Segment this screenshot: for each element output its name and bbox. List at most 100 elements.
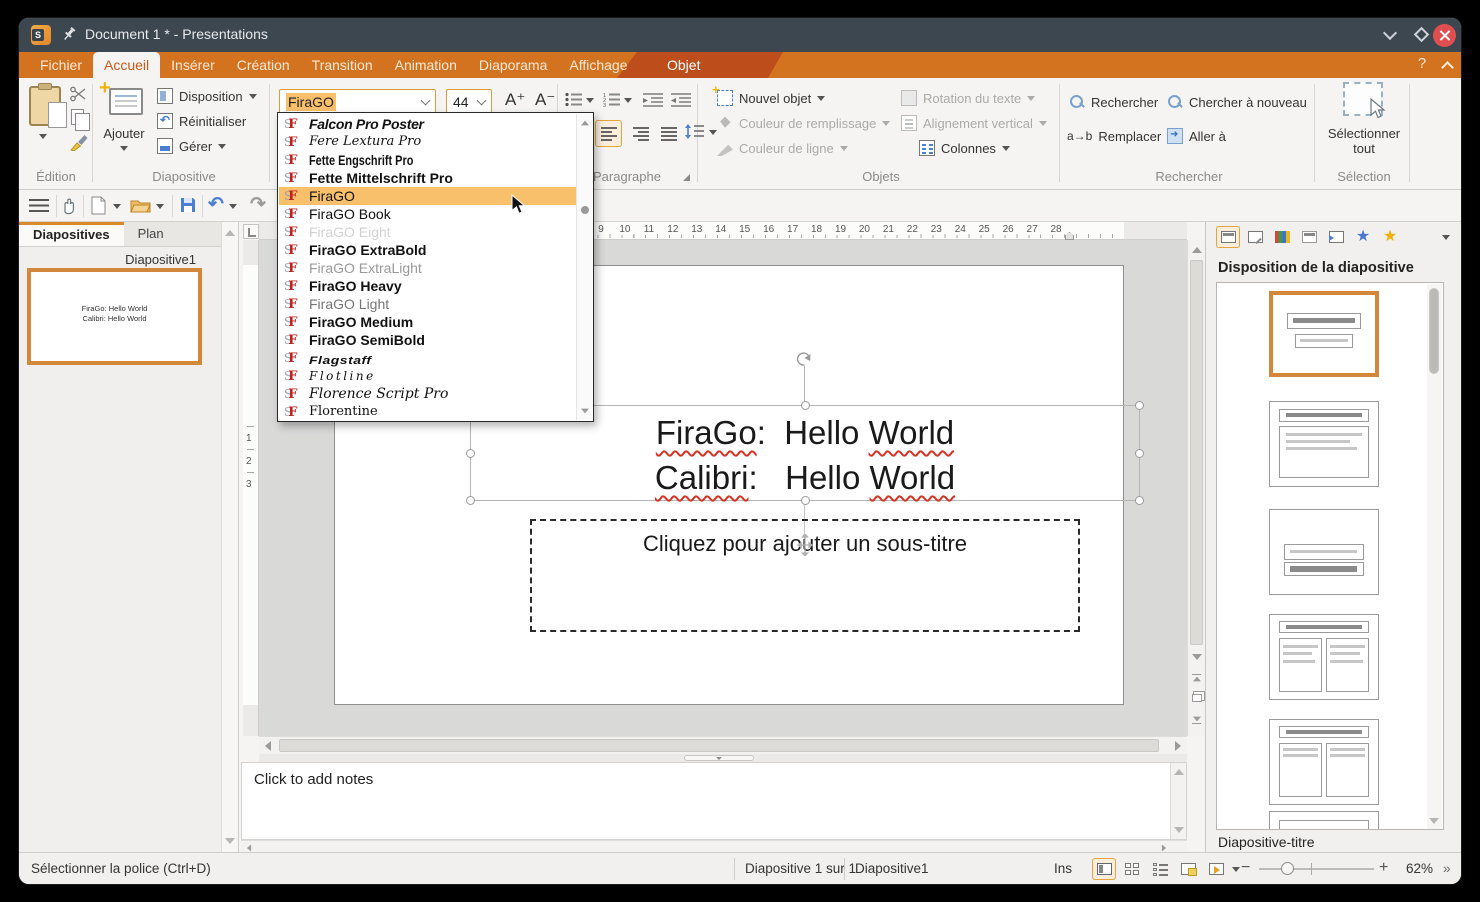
fill-color-button[interactable]: Couleur de remplissage — [717, 113, 890, 133]
numbered-list-caret[interactable] — [624, 98, 632, 103]
notes-view-button[interactable] — [1176, 858, 1200, 880]
font-option[interactable]: SFFiraGO Heavy — [279, 277, 577, 295]
goto-button[interactable]: Aller à — [1167, 126, 1226, 146]
slide-thumbnail[interactable]: FiraGo: Hello World Calibri: Hello World — [27, 268, 202, 365]
maximize-button[interactable] — [1414, 27, 1430, 43]
bullet-list-button[interactable] — [565, 92, 583, 110]
menu-icon[interactable] — [29, 199, 49, 213]
sidebar-effects-button[interactable]: ★ — [1378, 226, 1402, 248]
tab-diaporama[interactable]: Diaporama — [468, 52, 558, 78]
minimize-button[interactable] — [1383, 26, 1397, 40]
notes-horizontal-scrollbar[interactable] — [241, 840, 1187, 852]
add-slide-button[interactable]: Ajouter — [96, 126, 152, 141]
replace-button[interactable]: a→b Remplacer — [1067, 126, 1161, 146]
font-option[interactable]: SFFlorentine — [279, 403, 577, 421]
increase-indent-button[interactable] — [643, 92, 663, 110]
navigator-button[interactable] — [1190, 690, 1203, 706]
previous-slide-button[interactable] — [1190, 670, 1203, 686]
paragraph-dialog-launcher[interactable] — [683, 174, 690, 181]
layout-thumbnail-two-content-bullets[interactable] — [1269, 614, 1379, 700]
font-option[interactable]: SFFlorence Script Pro — [279, 385, 577, 403]
font-option[interactable]: SFFiraGO Medium — [279, 313, 577, 331]
sorter-view-button[interactable] — [1120, 858, 1144, 880]
outline-view-button[interactable] — [1148, 858, 1172, 880]
font-option[interactable]: SFFalcon Pro Poster — [279, 115, 577, 133]
text-rotation-button[interactable]: Rotation du texte — [901, 88, 1035, 108]
redo-button[interactable]: ↷ — [250, 193, 266, 216]
reset-slide-button[interactable]: ↶ Réinitialiser — [157, 111, 246, 131]
grow-font-button[interactable]: A⁺ — [505, 90, 525, 110]
cut-button[interactable] — [69, 86, 87, 105]
tab-accueil[interactable]: Accueil — [93, 52, 160, 78]
resize-handle-w[interactable] — [466, 449, 475, 458]
line-spacing-button[interactable] — [685, 124, 704, 142]
font-option[interactable]: SFFere Lextura Pro — [279, 133, 577, 151]
slideshow-caret[interactable] — [1232, 867, 1240, 872]
ruler-origin-button[interactable] — [243, 224, 259, 239]
layout-menu-button[interactable]: Disposition — [157, 86, 257, 106]
resize-handle-se[interactable] — [1135, 496, 1144, 505]
pan-tool-button[interactable] — [61, 196, 77, 220]
tab-insérer[interactable]: Insérer — [160, 52, 226, 78]
numbered-list-button[interactable]: 123 — [603, 92, 621, 110]
font-option[interactable]: SFFiraGO ExtraLight — [279, 259, 577, 277]
open-caret[interactable] — [156, 204, 164, 209]
sidebar-properties-button[interactable] — [1297, 226, 1321, 248]
tab-transition[interactable]: Transition — [301, 52, 384, 78]
sidebar-layouts-button[interactable] — [1216, 226, 1240, 248]
statusbar-overflow-button[interactable]: » — [1443, 861, 1451, 876]
tab-diapositives[interactable]: Diapositives — [19, 222, 124, 246]
open-button[interactable] — [130, 198, 151, 218]
justify-button[interactable] — [655, 120, 682, 147]
font-option[interactable]: SFFiraGO Eight — [279, 223, 577, 241]
decrease-indent-button[interactable] — [671, 92, 691, 110]
zoom-level[interactable]: 62% — [1406, 861, 1433, 876]
resize-handle-s[interactable] — [801, 496, 810, 505]
pin-icon[interactable] — [61, 26, 77, 42]
zoom-slider-knob[interactable] — [1281, 862, 1294, 875]
notes-area[interactable]: Click to add notes — [241, 762, 1187, 840]
resize-handle-sw[interactable] — [466, 496, 475, 505]
layout-thumbnail-two-content[interactable] — [1269, 719, 1379, 805]
tab-plan[interactable]: Plan — [124, 222, 178, 246]
sidebar-menu-caret[interactable] — [1442, 235, 1450, 240]
tab-animation[interactable]: Animation — [384, 52, 468, 78]
find-again-button[interactable]: Chercher à nouveau — [1167, 92, 1307, 112]
font-option[interactable]: SFFette Engschrift Pro — [279, 151, 577, 169]
font-size-caret-icon[interactable] — [477, 96, 487, 106]
layout-thumbnail-partial[interactable] — [1269, 811, 1379, 830]
rotation-handle-icon[interactable] — [795, 350, 814, 367]
font-name-caret-icon[interactable] — [421, 96, 431, 106]
splitter-grip[interactable] — [684, 755, 754, 761]
font-option[interactable]: SFFette Mittelschrift Pro — [279, 169, 577, 187]
resize-handle-ne[interactable] — [1135, 401, 1144, 410]
vertical-align-button[interactable]: Alignement vertical — [901, 113, 1047, 133]
tab-objet[interactable]: Objet — [657, 52, 710, 78]
add-slide-caret[interactable] — [120, 146, 128, 151]
line-color-button[interactable]: Couleur de ligne — [717, 138, 848, 158]
zoom-in-button[interactable]: + — [1379, 859, 1388, 877]
next-slide-button[interactable] — [1190, 712, 1203, 728]
start-slideshow-button[interactable] — [1204, 858, 1228, 880]
layout-thumbnail-title-content[interactable] — [1269, 401, 1379, 487]
manage-slides-button[interactable]: Gérer — [157, 136, 226, 156]
paste-button[interactable] — [29, 86, 61, 126]
tab-affichage[interactable]: Affichage — [558, 52, 638, 78]
layout-thumbnail-title-subtitle[interactable] — [1269, 291, 1379, 377]
find-button[interactable]: Rechercher — [1069, 92, 1158, 112]
sidebar-transition-button[interactable] — [1324, 226, 1348, 248]
canvas-horizontal-scrollbar[interactable] — [259, 736, 1187, 754]
layout-thumbnail-centered-text[interactable] — [1269, 509, 1379, 595]
slides-panel-scrollbar[interactable] — [221, 222, 238, 852]
move-handle-icon[interactable] — [797, 534, 813, 556]
notes-vertical-scrollbar[interactable] — [1170, 763, 1186, 839]
new-document-button[interactable] — [91, 196, 106, 220]
add-slide-icon[interactable]: + — [109, 88, 143, 115]
font-dropdown-scroll-thumb[interactable] — [581, 206, 589, 214]
insert-mode-indicator[interactable]: Ins — [1054, 861, 1072, 876]
font-option[interactable]: SFFiraGO Book — [279, 205, 577, 223]
tab-création[interactable]: Création — [226, 52, 301, 78]
font-option[interactable]: SFFiraGO — [279, 187, 577, 205]
font-option[interactable]: SFFiraGO ExtraBold — [279, 241, 577, 259]
vertical-ruler[interactable]: 123 — [243, 240, 259, 736]
